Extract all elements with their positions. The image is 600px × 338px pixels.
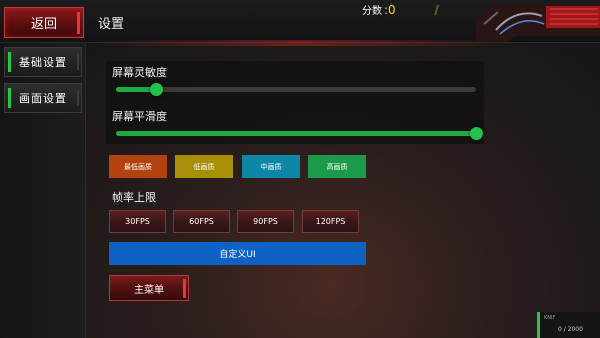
quality-button-label: 低画质	[193, 162, 215, 171]
main-menu-button[interactable]: 主菜单	[109, 275, 189, 301]
smoothness-label: 屏幕平滑度	[112, 110, 167, 123]
fps-90-button[interactable]: 90FPS	[237, 210, 294, 233]
weapon-panel: KNIF 0 / 2000	[537, 312, 600, 338]
hud-decoration-icon	[476, 4, 600, 42]
back-button-label: 返回	[30, 17, 57, 32]
sidebar-item-basic-settings[interactable]: 基础设置	[4, 47, 82, 77]
score-display: 分数 :0	[362, 2, 396, 17]
sensitivity-label: 屏幕灵敏度	[112, 66, 167, 79]
sensitivity-slider[interactable]	[116, 83, 476, 96]
score-value: :0	[384, 3, 396, 17]
slash-decor-icon: //	[434, 3, 439, 17]
quality-button-label: 中画质	[260, 162, 282, 171]
quality-medium-button[interactable]: 中画质	[242, 155, 300, 178]
custom-ui-button[interactable]: 自定义UI	[109, 242, 366, 265]
fps-button-label: 90FPS	[253, 217, 278, 226]
custom-ui-label: 自定义UI	[219, 250, 256, 260]
fps-120-button[interactable]: 120FPS	[302, 210, 359, 233]
smoothness-slider-handle[interactable]	[470, 127, 483, 140]
fps-button-label: 120FPS	[315, 217, 346, 226]
quality-high-button[interactable]: 高画质	[308, 155, 366, 178]
quality-button-label: 高画质	[326, 162, 348, 171]
sidebar-item-graphics-settings[interactable]: 画面设置	[4, 83, 82, 113]
weapon-indicator	[537, 312, 540, 338]
top-bar-glow	[90, 40, 510, 46]
sidebar-item-label: 画面设置	[19, 92, 67, 105]
smoothness-slider[interactable]	[116, 127, 483, 140]
fps-60-button[interactable]: 60FPS	[173, 210, 230, 233]
ammo-count: 0 / 2000	[558, 326, 583, 333]
back-button[interactable]: 返回	[4, 7, 84, 38]
fps-30-button[interactable]: 30FPS	[109, 210, 166, 233]
quality-low-button[interactable]: 低画质	[175, 155, 233, 178]
quality-lowest-button[interactable]: 最低画质	[109, 155, 167, 178]
fps-limit-label: 帧率上限	[112, 191, 156, 204]
fps-button-label: 60FPS	[189, 217, 214, 226]
quality-button-label: 最低画质	[124, 162, 152, 171]
main-menu-label: 主菜单	[134, 284, 164, 296]
fps-button-label: 30FPS	[125, 217, 150, 226]
page-title: 设置	[98, 17, 125, 32]
score-label: 分数	[362, 6, 382, 17]
weapon-name: KNIF	[544, 315, 556, 321]
sidebar-item-label: 基础设置	[19, 56, 67, 69]
sensitivity-slider-handle[interactable]	[149, 83, 163, 96]
smoothness-slider-fill	[116, 131, 476, 136]
